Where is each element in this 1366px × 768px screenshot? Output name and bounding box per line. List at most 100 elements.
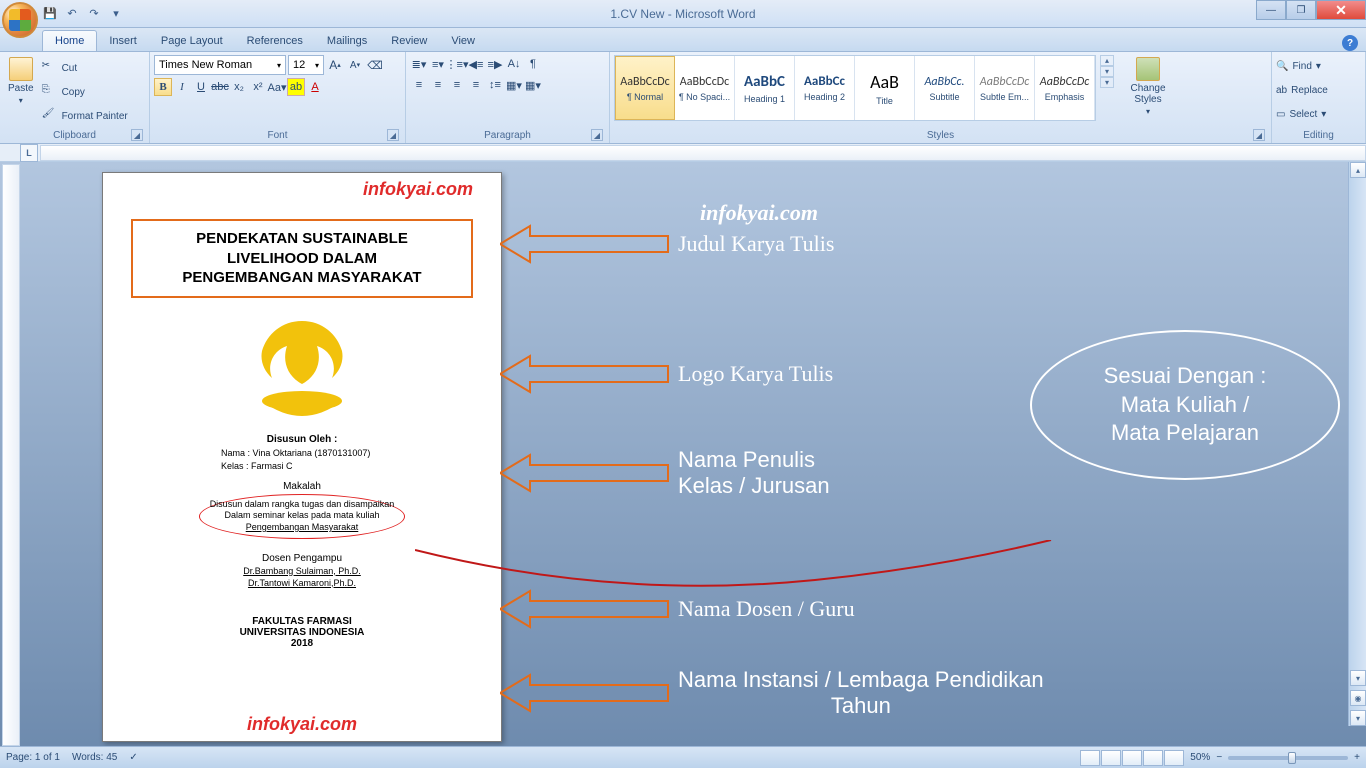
tab-insert[interactable]: Insert — [97, 31, 149, 51]
style-heading-2[interactable]: AaBbCcHeading 2 — [795, 56, 855, 120]
document-canvas[interactable]: infokyai.com PENDEKATAN SUSTAINABLE LIVE… — [20, 162, 1366, 746]
web-layout-view[interactable] — [1122, 750, 1142, 766]
styles-launcher[interactable]: ◢ — [1253, 129, 1265, 141]
vertical-scrollbar[interactable]: ▴ ▾ ◉ ▾ — [1348, 162, 1366, 726]
find-button[interactable]: 🔍Find ▾ — [1276, 55, 1321, 77]
document-page[interactable]: infokyai.com PENDEKATAN SUSTAINABLE LIVE… — [102, 172, 502, 742]
style-subtitle[interactable]: AaBbCc.Subtitle — [915, 56, 975, 120]
doc-dosen2: Dr.Tantowi Kamaroni,Ph.D. — [131, 578, 473, 588]
superscript-button[interactable]: x² — [249, 78, 267, 96]
qat-more-icon[interactable]: ▾ — [106, 4, 126, 24]
align-left-icon[interactable]: ≡ — [410, 76, 428, 94]
save-icon[interactable]: 💾 — [40, 4, 60, 24]
paste-button[interactable]: Paste▾ — [4, 55, 38, 107]
sort-icon[interactable]: A↓ — [505, 55, 523, 73]
title-bar: 💾 ↶ ↷ ▾ 1.CV New - Microsoft Word — ❐ ✕ — [0, 0, 1366, 28]
styles-gallery[interactable]: AaBbCcDc¶ NormalAaBbCcDc¶ No Spaci...AaB… — [614, 55, 1096, 121]
dec-indent-icon[interactable]: ◀≡ — [467, 55, 485, 73]
italic-button[interactable]: I — [173, 78, 191, 96]
doc-fakultas: FAKULTAS FARMASI — [131, 616, 473, 627]
close-button[interactable]: ✕ — [1316, 0, 1366, 20]
outline-view[interactable] — [1143, 750, 1163, 766]
tab-page-layout[interactable]: Page Layout — [149, 31, 235, 51]
line-spacing-icon[interactable]: ↕≡ — [486, 76, 504, 94]
style-heading-1[interactable]: AaBbCHeading 1 — [735, 56, 795, 120]
copy-button[interactable]: ⎘Copy — [42, 81, 128, 103]
horizontal-ruler[interactable] — [40, 145, 1366, 161]
quick-access-toolbar: 💾 ↶ ↷ ▾ — [40, 4, 126, 24]
undo-icon[interactable]: ↶ — [62, 4, 82, 24]
multilevel-icon[interactable]: ⋮≡▾ — [448, 55, 466, 73]
shrink-font-icon[interactable]: A▾ — [346, 56, 364, 74]
ruler-corner[interactable]: L — [20, 144, 38, 162]
prev-page-icon[interactable]: ◉ — [1350, 690, 1366, 706]
justify-icon[interactable]: ≡ — [467, 76, 485, 94]
maximize-button[interactable]: ❐ — [1286, 0, 1316, 20]
strike-button[interactable]: abc — [211, 78, 229, 96]
align-right-icon[interactable]: ≡ — [448, 76, 466, 94]
numbering-icon[interactable]: ≡▾ — [429, 55, 447, 73]
highlight-button[interactable]: ab — [287, 78, 305, 96]
style-title[interactable]: AaBTitle — [855, 56, 915, 120]
group-editing: Editing — [1276, 128, 1361, 143]
format-painter-button[interactable]: 🖌Format Painter — [42, 105, 128, 127]
replace-button[interactable]: abReplace — [1276, 79, 1328, 101]
zoom-slider[interactable] — [1228, 756, 1348, 760]
group-paragraph: Paragraph◢ — [410, 128, 605, 143]
minimize-button[interactable]: — — [1256, 0, 1286, 20]
show-marks-icon[interactable]: ¶ — [524, 55, 542, 73]
print-layout-view[interactable] — [1080, 750, 1100, 766]
style-emphasis[interactable]: AaBbCcDcEmphasis — [1035, 56, 1095, 120]
underline-button[interactable]: U — [192, 78, 210, 96]
change-case-button[interactable]: Aa▾ — [268, 78, 286, 96]
tab-references[interactable]: References — [235, 31, 315, 51]
bold-button[interactable]: B — [154, 78, 172, 96]
status-page[interactable]: Page: 1 of 1 — [6, 752, 60, 763]
annotation-oval: Sesuai Dengan : Mata Kuliah / Mata Pelaj… — [1030, 330, 1340, 480]
status-zoom[interactable]: 50% — [1190, 752, 1210, 763]
font-size-combo[interactable]: 12▾ — [288, 55, 324, 75]
style--no-spaci-[interactable]: AaBbCcDc¶ No Spaci... — [675, 56, 735, 120]
change-styles-button[interactable]: Change Styles▾ — [1122, 55, 1174, 118]
font-launcher[interactable]: ◢ — [387, 129, 399, 141]
zoom-in-icon[interactable]: + — [1354, 752, 1360, 763]
zoom-out-icon[interactable]: − — [1216, 752, 1222, 763]
full-screen-view[interactable] — [1101, 750, 1121, 766]
subscript-button[interactable]: x₂ — [230, 78, 248, 96]
find-icon: 🔍 — [1276, 61, 1288, 72]
align-center-icon[interactable]: ≡ — [429, 76, 447, 94]
select-button[interactable]: ▭Select ▾ — [1276, 103, 1326, 125]
status-proof-icon[interactable]: ✓ — [129, 752, 137, 763]
redo-icon[interactable]: ↷ — [84, 4, 104, 24]
cut-button[interactable]: ✂Cut — [42, 57, 128, 79]
doc-nama: Nama : Vina Oktariana (1870131007) — [131, 448, 473, 458]
scroll-down-icon[interactable]: ▾ — [1350, 670, 1366, 686]
draft-view[interactable] — [1164, 750, 1184, 766]
tab-home[interactable]: Home — [42, 30, 97, 51]
clear-format-icon[interactable]: ⌫ — [366, 56, 384, 74]
clipboard-launcher[interactable]: ◢ — [131, 129, 143, 141]
grow-font-icon[interactable]: A▴ — [326, 56, 344, 74]
shading-icon[interactable]: ▦▾ — [505, 76, 523, 94]
scroll-up-icon[interactable]: ▴ — [1350, 162, 1366, 178]
doc-makalah: Makalah — [131, 481, 473, 492]
tab-view[interactable]: View — [439, 31, 487, 51]
styles-more[interactable]: ▴▾▾ — [1100, 55, 1114, 88]
style-subtle-em-[interactable]: AaBbCcDcSubtle Em... — [975, 56, 1035, 120]
workspace: infokyai.com PENDEKATAN SUSTAINABLE LIVE… — [0, 162, 1366, 746]
font-color-button[interactable]: A — [306, 78, 324, 96]
inc-indent-icon[interactable]: ≡▶ — [486, 55, 504, 73]
doc-kelas: Kelas : Farmasi C — [131, 461, 473, 471]
font-name-combo[interactable]: Times New Roman▾ — [154, 55, 286, 75]
style--normal[interactable]: AaBbCcDc¶ Normal — [615, 56, 675, 120]
next-page-icon[interactable]: ▾ — [1350, 710, 1366, 726]
tab-review[interactable]: Review — [379, 31, 439, 51]
tab-mailings[interactable]: Mailings — [315, 31, 379, 51]
paragraph-launcher[interactable]: ◢ — [591, 129, 603, 141]
vertical-ruler[interactable] — [2, 164, 20, 746]
borders-icon[interactable]: ▦▾ — [524, 76, 542, 94]
help-icon[interactable]: ? — [1342, 35, 1358, 51]
status-words[interactable]: Words: 45 — [72, 752, 117, 763]
bullets-icon[interactable]: ≣▾ — [410, 55, 428, 73]
office-button[interactable] — [2, 2, 38, 38]
